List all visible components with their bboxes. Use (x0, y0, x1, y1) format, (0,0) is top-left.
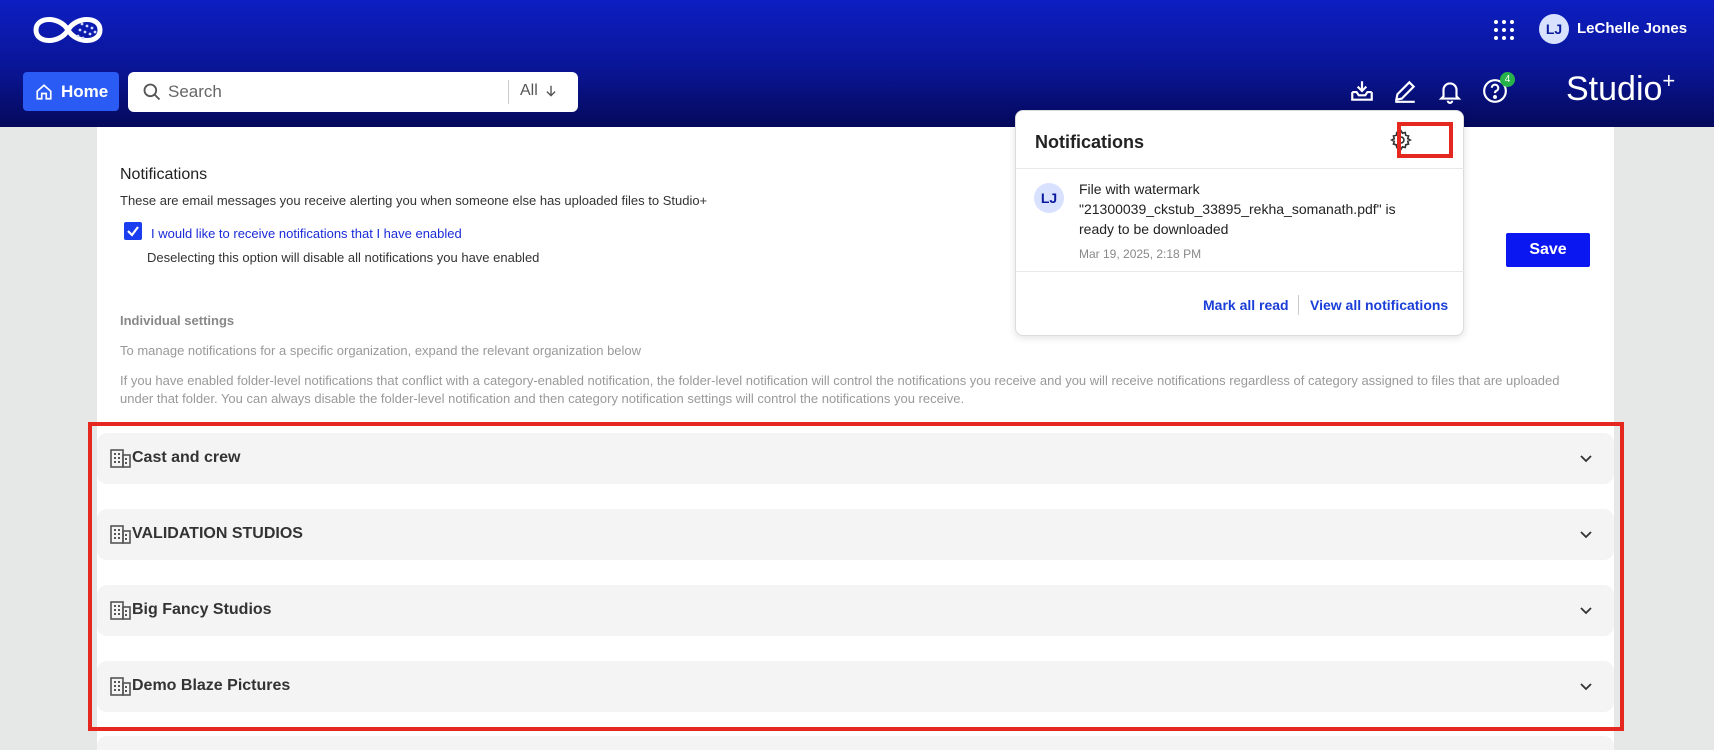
org-row-partial[interactable] (97, 736, 1614, 750)
user-name[interactable]: LeChelle Jones (1577, 20, 1687, 37)
top-navbar: LJ LeChelle Jones Home All 4 Studio+ (0, 0, 1714, 127)
search-scope-dropdown[interactable]: All (520, 82, 558, 100)
brand-plus: + (1662, 68, 1676, 93)
notification-avatar: LJ (1034, 183, 1064, 213)
checkbox-helper-text: Deselecting this option will disable all… (147, 250, 540, 265)
view-all-notifications-link[interactable]: View all notifications (1310, 297, 1448, 313)
link-separator (1298, 295, 1299, 315)
brand-name: Studio+ (1566, 68, 1676, 109)
section-title: Notifications (120, 166, 208, 183)
search-bar: All (128, 72, 578, 112)
home-icon (36, 83, 52, 100)
save-button[interactable]: Save (1506, 233, 1590, 267)
notifications-title: Notifications (1035, 132, 1145, 152)
notification-message[interactable]: File with watermark "21300039_ckstub_338… (1079, 179, 1419, 239)
folder-conflict-note: If you have enabled folder-level notific… (120, 373, 1560, 406)
search-input[interactable] (168, 78, 468, 106)
notification-time: Mar 19, 2025, 2:18 PM (1079, 247, 1202, 261)
arrow-down-icon (546, 85, 556, 97)
highlight-box (88, 422, 1624, 731)
bell-icon[interactable] (1437, 78, 1463, 104)
search-scope-label: All (520, 82, 538, 99)
search-divider (508, 80, 509, 104)
receive-notifications-checkbox[interactable] (124, 222, 142, 240)
home-label: Home (61, 81, 109, 101)
user-avatar[interactable]: LJ (1539, 14, 1569, 44)
individual-settings-title: Individual settings (120, 313, 235, 328)
divider (1016, 271, 1465, 272)
checkmark-icon (127, 226, 139, 237)
individual-settings-desc: To manage notifications for a specific o… (120, 343, 642, 358)
highlight-box (1397, 122, 1453, 158)
help-badge: 4 (1500, 72, 1515, 87)
edit-pen-icon[interactable] (1392, 78, 1418, 104)
app-logo[interactable] (30, 12, 106, 48)
divider (1016, 168, 1465, 169)
mark-all-read-link[interactable]: Mark all read (1203, 297, 1289, 313)
section-description: These are email messages you receive ale… (120, 193, 708, 208)
brand-text: Studio (1566, 70, 1663, 108)
home-button[interactable]: Home (23, 72, 119, 111)
receive-notifications-label[interactable]: I would like to receive notifications th… (151, 226, 462, 241)
download-tray-icon[interactable] (1349, 78, 1375, 104)
search-icon (143, 83, 161, 101)
apps-grid-icon[interactable] (1492, 18, 1516, 42)
